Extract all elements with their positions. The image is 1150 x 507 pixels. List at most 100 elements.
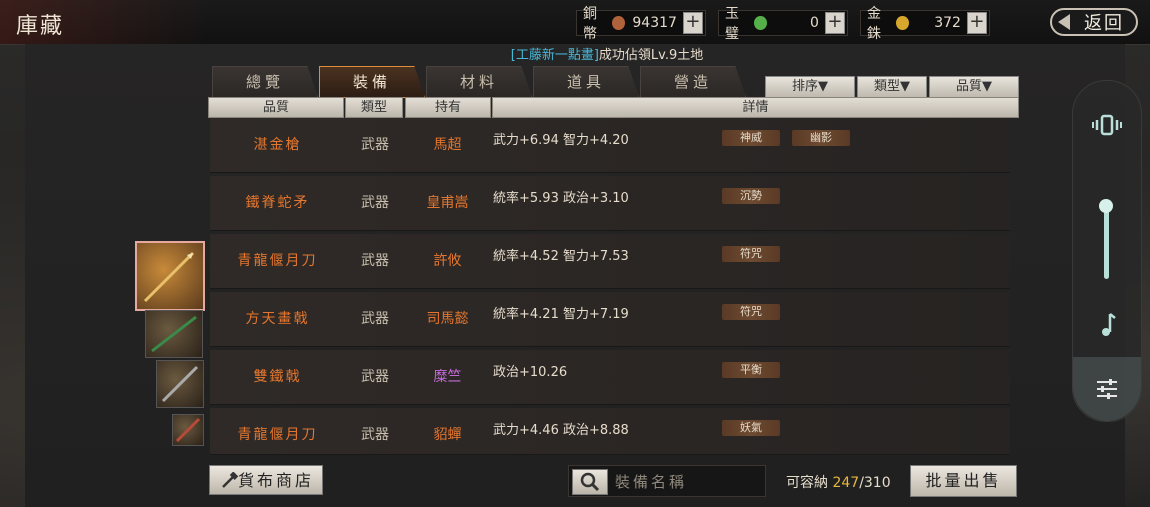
- item-holder: 司馬懿: [426, 311, 469, 327]
- header-type[interactable]: 類型: [345, 97, 403, 118]
- item-holder: 皇甫嵩: [426, 195, 469, 211]
- skill-badge: 符咒: [722, 304, 780, 320]
- item-holder: 馬超: [433, 137, 462, 153]
- currency-label: 玉璧: [725, 6, 739, 42]
- currency-gold: 金銖 372 +: [860, 6, 990, 42]
- currency-value: 372: [934, 15, 961, 31]
- tab-materials[interactable]: 材料: [426, 66, 532, 97]
- item-type: 武器: [361, 253, 389, 269]
- vibration-toggle[interactable]: [1073, 95, 1141, 155]
- gold-coin-icon: [896, 16, 909, 30]
- table-row[interactable]: 方天畫戟 武器 司馬懿 統率+4.21 智力+7.19 符咒: [210, 292, 1010, 347]
- header-holder[interactable]: 持有: [405, 97, 491, 118]
- notice-text: 成功佔領Lv.9土地: [598, 48, 704, 63]
- tab-overview[interactable]: 總覽: [212, 66, 318, 97]
- spear-icon: [143, 251, 195, 303]
- skill-badge: 沉勢: [722, 188, 780, 204]
- currency-value: 0: [810, 15, 819, 31]
- notice-player: [工藤新一點畫]: [510, 48, 599, 63]
- back-arrow-icon: [1058, 14, 1070, 30]
- capacity-total: /310: [859, 475, 891, 491]
- bulk-sell-button[interactable]: 批量出售: [910, 465, 1017, 497]
- hammer-icon: [222, 472, 239, 488]
- search-icon: [580, 472, 600, 492]
- shop-button[interactable]: 貨布商店: [209, 465, 323, 495]
- skill-badge: 妖氣: [722, 420, 780, 436]
- search-input[interactable]: [613, 470, 763, 494]
- skill-badge: 平衡: [722, 362, 780, 378]
- halberd-icon: [161, 365, 199, 403]
- item-stats: 武力+4.46 政治+8.88: [493, 423, 629, 438]
- quality-filter-button[interactable]: 品質▼: [929, 76, 1019, 98]
- weapon-thumbnail[interactable]: [145, 310, 203, 358]
- item-name: 青龍偃月刀: [237, 427, 318, 443]
- item-name: 方天畫戟: [245, 311, 310, 327]
- blade-icon: [151, 315, 197, 353]
- item-stats: 統率+4.21 智力+7.19: [493, 307, 629, 322]
- volume-slider-knob[interactable]: [1099, 199, 1113, 213]
- item-type: 武器: [361, 427, 389, 443]
- header-details: 詳情: [492, 97, 1019, 118]
- vibration-icon: [1092, 114, 1122, 136]
- return-button[interactable]: 返回: [1050, 8, 1138, 36]
- skill-badge: 符咒: [722, 246, 780, 262]
- type-filter-button[interactable]: 類型▼: [857, 76, 927, 98]
- item-type: 武器: [361, 311, 389, 327]
- currency-jade: 玉璧 0 +: [718, 6, 848, 42]
- side-control-panel: [1072, 80, 1142, 422]
- item-type: 武器: [361, 137, 389, 153]
- capacity-label: 可容納: [786, 475, 828, 491]
- add-gold-button[interactable]: +: [966, 12, 987, 34]
- tab-construction[interactable]: 營造: [640, 66, 746, 97]
- skill-badge: 幽影: [792, 130, 850, 146]
- item-name: 雙鐵戟: [253, 369, 302, 385]
- item-stats: 統率+5.93 政治+3.10: [493, 191, 629, 206]
- table-row[interactable]: 湛金槍 武器 馬超 武力+6.94 智力+4.20 神威 幽影: [210, 118, 1010, 173]
- table-row[interactable]: 青龍偃月刀 武器 許攸 統率+4.52 智力+7.53 符咒: [210, 234, 1010, 289]
- tab-items[interactable]: 道具: [533, 66, 639, 97]
- item-stats: 政治+10.26: [493, 365, 568, 380]
- jade-coin-icon: [754, 16, 767, 30]
- item-name: 湛金槍: [253, 137, 302, 153]
- return-label: 返回: [1084, 13, 1124, 34]
- page-title: 庫藏: [16, 14, 65, 39]
- weapon-thumbnail[interactable]: [156, 360, 204, 408]
- skill-badge: 神威: [722, 130, 780, 146]
- currency-copper: 銅幣 94317 +: [576, 6, 706, 42]
- currency-label: 銅幣: [583, 6, 597, 42]
- weapon-thumbnail[interactable]: [172, 414, 204, 446]
- music-note-icon: [1102, 313, 1116, 336]
- table-row[interactable]: 鐵脊蛇矛 武器 皇甫嵩 統率+5.93 政治+3.10 沉勢: [210, 176, 1010, 231]
- sort-filter-button[interactable]: 排序▼: [765, 76, 855, 98]
- currency-label: 金銖: [867, 6, 881, 42]
- volume-slider-fill: [1104, 207, 1109, 279]
- shop-label: 貨布商店: [237, 471, 314, 490]
- item-type: 武器: [361, 195, 389, 211]
- item-name: 青龍偃月刀: [237, 253, 318, 269]
- capacity-used: 247: [832, 475, 860, 491]
- capacity-indicator: 可容納 247/310: [786, 472, 891, 492]
- copper-coin-icon: [612, 16, 625, 30]
- tab-equipment[interactable]: 裝備: [319, 66, 425, 98]
- item-stats: 統率+4.52 智力+7.53: [493, 249, 629, 264]
- currency-value: 94317: [632, 15, 677, 31]
- settings-button[interactable]: [1073, 357, 1141, 421]
- glaive-icon: [175, 417, 201, 443]
- item-holder: 貂蟬: [433, 427, 462, 443]
- header-quality[interactable]: 品質: [208, 97, 344, 118]
- equalizer-icon: [1097, 379, 1117, 399]
- add-copper-button[interactable]: +: [682, 12, 703, 34]
- item-holder: 許攸: [433, 253, 462, 269]
- item-holder: 糜竺: [433, 369, 462, 385]
- search-button[interactable]: [572, 469, 608, 495]
- table-row[interactable]: 雙鐵戟 武器 糜竺 政治+10.26 平衡: [210, 350, 1010, 405]
- notice-banner: [工藤新一點畫]成功佔領Lv.9土地: [0, 44, 1150, 63]
- search-box: [568, 465, 766, 497]
- item-name: 鐵脊蛇矛: [245, 195, 310, 211]
- weapon-thumbnail-selected[interactable]: [135, 241, 205, 311]
- music-toggle[interactable]: [1073, 295, 1141, 355]
- item-type: 武器: [361, 369, 389, 385]
- add-jade-button[interactable]: +: [824, 12, 845, 34]
- table-row[interactable]: 青龍偃月刀 武器 貂蟬 武力+4.46 政治+8.88 妖氣: [210, 408, 1010, 455]
- top-bar: 庫藏 銅幣 94317 + 玉璧 0 + 金銖 372 + 返回: [0, 0, 1150, 45]
